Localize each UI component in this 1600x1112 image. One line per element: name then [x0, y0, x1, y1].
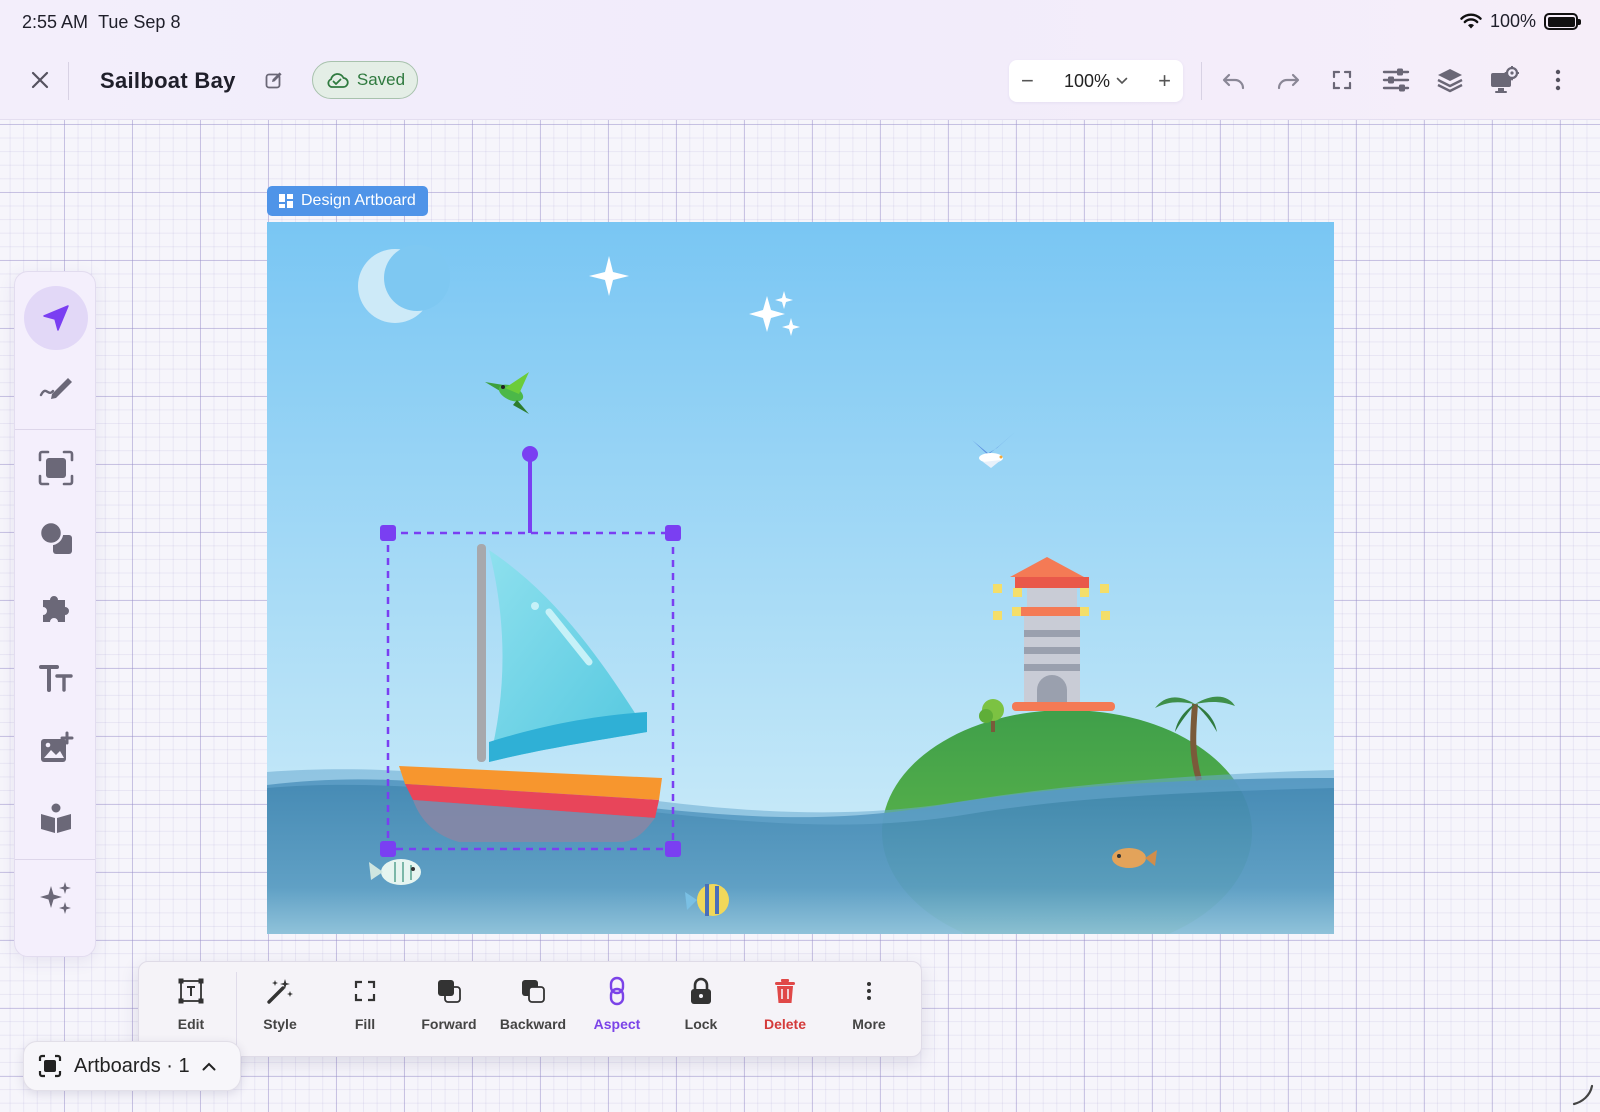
monitor-gear-icon[interactable]	[1482, 58, 1526, 102]
saved-status-badge: Saved	[312, 61, 418, 99]
context-toolbar-divider	[236, 972, 237, 1048]
pencil-scribble-icon	[39, 378, 72, 399]
send-backward-icon	[522, 980, 545, 1003]
text-tool[interactable]	[24, 646, 88, 710]
sparkles-icon	[40, 882, 71, 914]
plugins-tool[interactable]	[24, 576, 88, 640]
wifi-icon	[1460, 13, 1482, 29]
style-label: Style	[263, 1016, 297, 1032]
zoom-in-button[interactable]: +	[1158, 70, 1171, 92]
edit-button[interactable]: Edit	[151, 976, 231, 1046]
toolbar-divider	[15, 429, 95, 430]
trash-icon	[775, 979, 795, 1003]
bring-forward-icon	[438, 980, 461, 1003]
rotate-handle[interactable]	[522, 446, 538, 462]
delete-label: Delete	[763, 1016, 807, 1032]
draw-tool[interactable]	[24, 356, 88, 420]
artboard-frame-icon	[38, 1054, 62, 1078]
text-size-icon	[39, 665, 73, 692]
sliders-icon[interactable]	[1374, 58, 1418, 102]
battery-icon	[1544, 13, 1581, 30]
chevron-up-icon	[202, 1062, 216, 1070]
status-time: 2:55 AM	[22, 12, 89, 32]
artboards-label: Artboards · 1	[74, 1054, 190, 1077]
puzzle-piece-icon	[43, 596, 69, 622]
resize-handle-tr[interactable]	[665, 525, 681, 541]
link-chain-icon	[609, 976, 625, 1006]
add-image-tool[interactable]	[24, 716, 88, 780]
aspect-button[interactable]: Aspect	[577, 976, 657, 1046]
status-date: Tue Sep 8	[98, 12, 181, 32]
zoom-control: − 100% +	[1009, 60, 1183, 102]
forward-button[interactable]: Forward	[409, 976, 489, 1046]
frame-tool[interactable]	[24, 436, 88, 500]
header-divider	[68, 62, 69, 100]
undo-icon[interactable]	[1212, 58, 1256, 102]
style-button[interactable]: Style	[240, 976, 320, 1046]
aspect-label: Aspect	[593, 1016, 641, 1032]
header-divider-2	[1201, 62, 1202, 100]
status-bar: 2:55 AM Tue Sep 8 100%	[0, 0, 1600, 44]
toolbar-divider-2	[15, 859, 95, 860]
shapes-icon	[38, 520, 72, 554]
cloud-check-icon	[327, 73, 349, 88]
delete-button[interactable]: Delete	[745, 976, 825, 1046]
text-frame-icon	[178, 978, 204, 1004]
cursor-arrow-icon	[43, 305, 69, 331]
page-title[interactable]: Sailboat Bay	[100, 68, 236, 94]
close-icon[interactable]	[18, 58, 62, 102]
resize-handle-br[interactable]	[665, 841, 681, 857]
zoom-value: 100%	[1063, 70, 1111, 91]
layers-icon[interactable]	[1428, 58, 1472, 102]
ai-magic-tool[interactable]	[24, 866, 88, 930]
artboard-label-text: Design Artboard	[301, 192, 416, 209]
expand-corners-icon	[354, 980, 376, 1002]
context-toolbar: Edit Style Fill Forward Backward Aspect …	[138, 961, 922, 1057]
frame-icon	[38, 450, 74, 486]
backward-button[interactable]: Backward	[493, 976, 573, 1046]
more-vertical-icon	[867, 982, 871, 1000]
lock-icon	[691, 977, 711, 1004]
battery-percent: 100%	[1489, 11, 1536, 31]
backward-label: Backward	[499, 1016, 567, 1032]
status-indicators: 100%	[1460, 11, 1581, 32]
artboards-switcher[interactable]: Artboards · 1	[23, 1041, 241, 1091]
fullscreen-icon[interactable]	[1320, 58, 1364, 102]
battery-level	[1547, 16, 1575, 27]
saved-label: Saved	[356, 70, 406, 89]
forward-label: Forward	[421, 1016, 477, 1032]
fill-button[interactable]: Fill	[325, 976, 405, 1046]
zoom-out-button[interactable]: −	[1021, 70, 1034, 92]
shapes-tool[interactable]	[24, 506, 88, 570]
select-tool[interactable]	[24, 286, 88, 350]
top-bar: 2:55 AM Tue Sep 8 100% Sailboat Bay Save…	[0, 0, 1600, 120]
edit-icon[interactable]	[252, 58, 296, 102]
more-vertical-icon[interactable]	[1536, 58, 1580, 102]
book-reader-icon	[41, 803, 71, 833]
fill-label: Fill	[354, 1016, 376, 1032]
redo-icon[interactable]	[1266, 58, 1310, 102]
design-artboard[interactable]	[267, 222, 1334, 934]
artboard-label[interactable]: Design Artboard	[267, 186, 428, 216]
left-toolbar	[14, 271, 96, 957]
chevron-down-icon	[1116, 77, 1128, 85]
library-tool[interactable]	[24, 786, 88, 850]
artboard-scene	[267, 222, 1334, 934]
dashboard-grid-icon	[279, 194, 293, 208]
resize-handle-tl[interactable]	[380, 525, 396, 541]
edit-label: Edit	[177, 1016, 205, 1032]
magic-wand-icon	[267, 979, 293, 1004]
more-label: More	[852, 1016, 886, 1032]
resize-grip-icon	[1572, 1084, 1594, 1106]
zoom-select[interactable]: 100%	[1064, 71, 1128, 92]
add-image-icon	[41, 731, 74, 762]
lock-button[interactable]: Lock	[661, 976, 741, 1046]
status-time-date: 2:55 AM Tue Sep 8	[22, 12, 180, 33]
more-button[interactable]: More	[829, 976, 909, 1046]
resize-handle-bl[interactable]	[380, 841, 396, 857]
lock-label: Lock	[684, 1016, 718, 1032]
